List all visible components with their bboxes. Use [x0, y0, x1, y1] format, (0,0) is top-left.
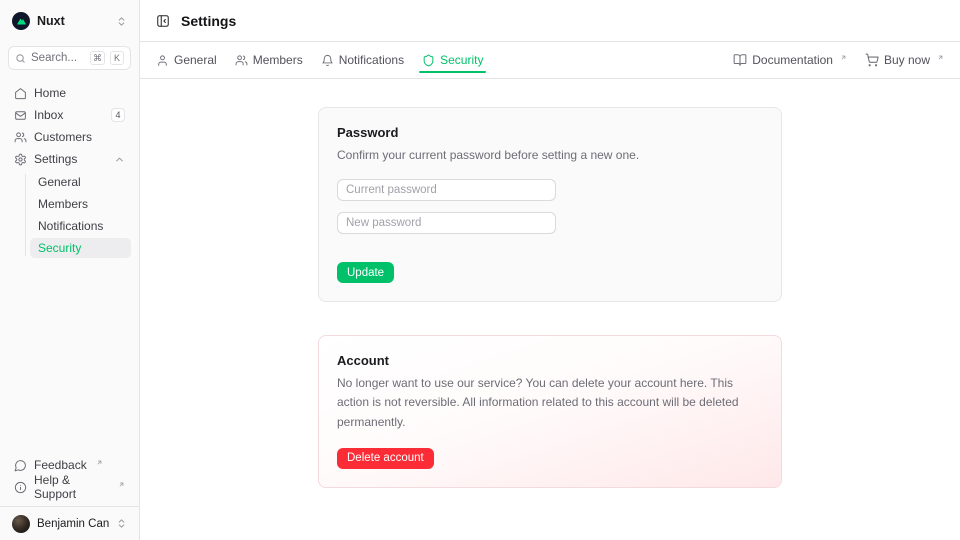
password-card-title: Password — [337, 125, 763, 140]
shield-icon — [422, 54, 435, 67]
workspace-name: Nuxt — [37, 14, 109, 28]
tab-notifications[interactable]: Notifications — [321, 42, 404, 78]
sidebar-item-label: Notifications — [38, 219, 103, 233]
top-link-label: Documentation — [752, 53, 833, 67]
help-support-link[interactable]: Help & Support — [8, 476, 131, 498]
message-circle-icon — [14, 459, 27, 472]
account-card-title: Account — [337, 353, 763, 368]
sidebar-item-label: Settings — [34, 152, 77, 166]
workspace-selector[interactable]: Nuxt — [8, 0, 131, 42]
chevron-up-icon — [114, 154, 125, 165]
current-password-field[interactable] — [337, 179, 556, 201]
sidebar-item-label: Customers — [34, 130, 92, 144]
password-card-description: Confirm your current password before set… — [337, 146, 763, 165]
sidebar-item-label: Home — [34, 86, 66, 100]
external-link-icon — [118, 481, 125, 488]
sidebar-item-notifications[interactable]: Notifications — [30, 216, 131, 236]
user-menu[interactable]: Benjamin Canac — [8, 507, 131, 540]
page-title: Settings — [181, 13, 236, 29]
footer-item-label: Help & Support — [34, 473, 109, 501]
external-link-icon — [840, 54, 847, 61]
bell-icon — [321, 54, 334, 67]
user-avatar — [12, 515, 30, 533]
new-password-field[interactable] — [337, 212, 556, 234]
settings-content: Password Confirm your current password b… — [140, 79, 960, 540]
sidebar-collapse-icon[interactable] — [156, 14, 170, 28]
sidebar-item-label: Inbox — [34, 108, 63, 122]
account-card: Account No longer want to use our servic… — [318, 335, 782, 488]
footer-item-label: Feedback — [34, 458, 87, 472]
kbd-k: K — [110, 51, 124, 65]
tab-label: Security — [440, 53, 483, 67]
nuxt-logo-icon — [12, 12, 30, 30]
tab-label: Members — [253, 53, 303, 67]
sidebar-item-customers[interactable]: Customers — [8, 126, 131, 148]
gear-icon — [14, 153, 27, 166]
buy-now-link[interactable]: Buy now — [865, 53, 944, 67]
info-icon — [14, 481, 27, 494]
app-window: Nuxt Search... ⌘ K Home — [0, 0, 960, 540]
sidebar-item-home[interactable]: Home — [8, 82, 131, 104]
settings-tabs: General Members Notifications — [156, 42, 483, 78]
sidebar-item-members[interactable]: Members — [30, 194, 131, 214]
settings-sub-list: General Members Notifications Security — [30, 172, 131, 258]
update-password-button[interactable]: Update — [337, 262, 394, 283]
main-panel: Settings General Members — [140, 0, 960, 540]
user-name: Benjamin Canac — [37, 518, 109, 530]
shopping-cart-icon — [865, 53, 879, 67]
toolbar-links: Documentation Buy now — [733, 53, 944, 67]
search-placeholder: Search... — [31, 52, 85, 64]
inbox-count-badge: 4 — [111, 108, 125, 122]
delete-account-button[interactable]: Delete account — [337, 448, 434, 469]
documentation-link[interactable]: Documentation — [733, 53, 847, 67]
users-icon — [14, 131, 27, 144]
sidebar-item-settings[interactable]: Settings — [8, 148, 131, 170]
user-icon — [156, 54, 169, 67]
page-header: Settings — [140, 0, 960, 42]
settings-toolbar: General Members Notifications — [140, 42, 960, 79]
sidebar-item-label: Security — [38, 241, 81, 255]
sidebar-item-label: General — [38, 175, 81, 189]
sidebar-item-inbox[interactable]: Inbox 4 — [8, 104, 131, 126]
sidebar: Nuxt Search... ⌘ K Home — [0, 0, 140, 540]
home-icon — [14, 87, 27, 100]
external-link-icon — [937, 54, 944, 61]
sidebar-footer: Feedback Help & Support — [8, 454, 131, 502]
sidebar-nav: Home Inbox 4 Customers Settings — [8, 82, 131, 260]
password-card: Password Confirm your current password b… — [318, 107, 782, 302]
chevrons-up-down-icon — [116, 16, 127, 27]
book-open-icon — [733, 53, 747, 67]
search-icon — [15, 53, 26, 64]
external-link-icon — [96, 459, 103, 466]
tab-label: Notifications — [339, 53, 404, 67]
sidebar-item-general[interactable]: General — [30, 172, 131, 192]
sidebar-item-label: Members — [38, 197, 88, 211]
account-card-description: No longer want to use our service? You c… — [337, 374, 763, 432]
users-icon — [235, 54, 248, 67]
sidebar-item-security[interactable]: Security — [30, 238, 131, 258]
chevrons-up-down-icon — [116, 518, 127, 529]
tab-general[interactable]: General — [156, 42, 217, 78]
tab-members[interactable]: Members — [235, 42, 303, 78]
tab-security[interactable]: Security — [422, 42, 483, 78]
kbd-meta: ⌘ — [90, 51, 105, 65]
tab-label: General — [174, 53, 217, 67]
inbox-icon — [14, 109, 27, 122]
search-input[interactable]: Search... ⌘ K — [8, 46, 131, 70]
top-link-label: Buy now — [884, 53, 930, 67]
